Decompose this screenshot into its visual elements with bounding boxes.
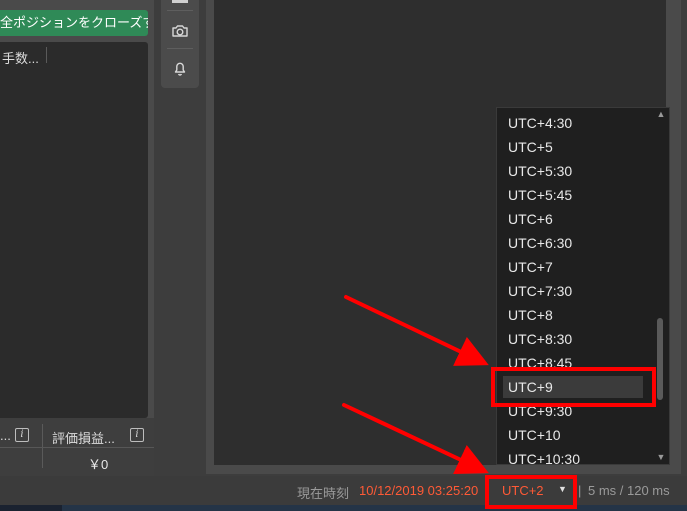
menu-icon[interactable] [172,0,188,3]
timezone-option[interactable]: UTC+5:45 [503,184,643,206]
current-time-label: 現在時刻 [297,486,350,501]
timezone-option[interactable]: UTC+10:30 [503,448,643,464]
summary-divider [42,424,43,468]
status-divider: | [578,483,582,498]
positions-panel: 全ポジションをクローズする 手数... ... i 評価損益... i ￥0 [0,0,154,476]
info-icon[interactable]: i [15,428,29,442]
bell-icon[interactable] [169,57,191,79]
timezone-select[interactable]: UTC+2 ▼ [490,478,574,502]
positions-summary: ... i 評価損益... i ￥0 [0,418,154,476]
caret-down-icon: ▼ [558,484,567,494]
current-time-value: 10/12/2019 03:25:20 [359,483,479,498]
timezone-select-value: UTC+2 [502,483,544,498]
chart-toolbar [161,0,199,88]
unrealized-pl-label: 評価損益... [52,431,115,446]
timezone-option[interactable]: UTC+5:30 [503,160,643,182]
timezone-option[interactable]: UTC+9 [503,376,643,398]
taskbar-strip [0,505,687,511]
column-divider[interactable] [46,47,47,63]
timezone-option[interactable]: UTC+6:30 [503,232,643,254]
timezone-option[interactable]: UTC+10 [503,424,643,446]
timezone-option[interactable]: UTC+7 [503,256,643,278]
toolbar-divider [167,48,193,49]
scroll-up-arrow-icon[interactable]: ▲ [656,109,666,119]
column-header-lots[interactable]: 手数... [2,48,39,67]
timezone-option[interactable]: UTC+8:45 [503,352,643,374]
taskbar-strip-left [0,505,62,511]
latency-readout: 5 ms / 120 ms [588,483,670,498]
timezone-option[interactable]: UTC+7:30 [503,280,643,302]
info-icon[interactable]: i [130,428,144,442]
summary-label-left: ... [0,428,11,443]
timezone-option[interactable]: UTC+5 [503,136,643,158]
timezone-option[interactable]: UTC+6 [503,208,643,230]
summary-rule [0,447,154,448]
positions-table: 手数... [0,42,148,418]
timezone-dropdown-list[interactable]: UTC+4:30 UTC+5 UTC+5:30 UTC+5:45 UTC+6 UTC+6:… [496,107,670,465]
toolbar-divider [167,10,193,11]
close-all-positions-button[interactable]: 全ポジションをクローズする [0,10,148,36]
timezone-option[interactable]: UTC+8 [503,304,643,326]
scroll-down-arrow-icon[interactable]: ▼ [656,452,666,462]
dropdown-scrollbar[interactable]: ▲ ▼ [652,108,669,464]
timezone-option[interactable]: UTC+9:30 [503,400,643,422]
timezone-option[interactable]: UTC+8:30 [503,328,643,350]
unrealized-pl-value: ￥0 [88,457,109,472]
status-bar: 現在時刻 10/12/2019 03:25:20 UTC+2 ▼ | 5 ms … [0,476,687,505]
timezone-option[interactable]: UTC+4:30 [503,112,643,134]
scrollbar-thumb[interactable] [657,318,663,400]
camera-icon[interactable] [169,20,191,42]
